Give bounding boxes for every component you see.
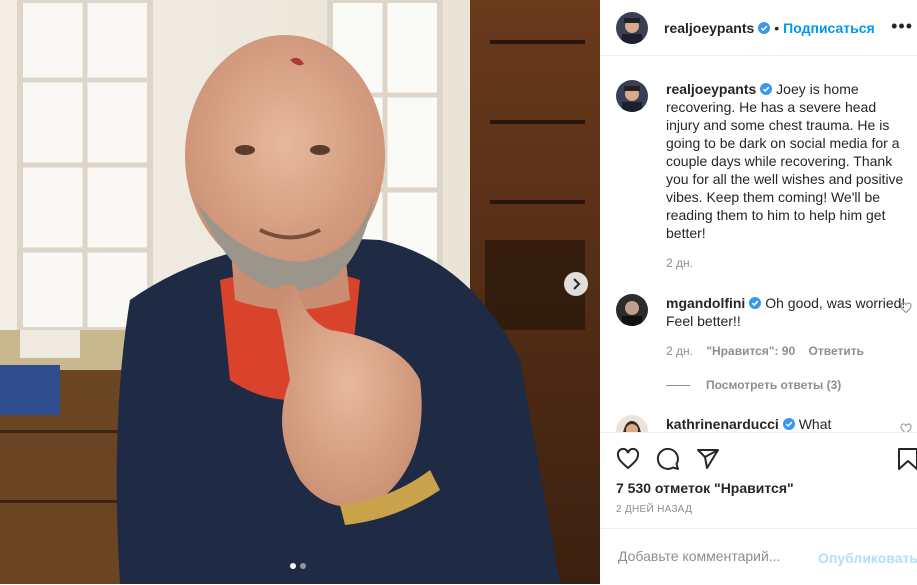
verified-badge-icon [760,83,773,95]
avatar-image [616,294,648,326]
comment-time[interactable]: 2 дн. [666,344,693,358]
caption-text-block: realjoeypants Joey is home recovering. H… [666,80,906,242]
likes-count[interactable]: 7 530 отметок "Нравится" [616,480,794,496]
comment-likes[interactable]: "Нравится": 90 [706,344,795,358]
publish-comment-button[interactable]: Опубликовать [818,550,917,566]
replies-line [666,385,690,387]
comment-body: What [798,416,832,432]
comments-list[interactable]: realjoeypants Joey is home recovering. H… [600,56,917,432]
photo-image [0,0,600,584]
next-photo-button[interactable] [564,272,588,296]
avatar-image [616,11,648,44]
header-separator: • [774,19,780,36]
avatar-image [616,80,648,112]
verified-badge-icon [782,418,795,430]
add-comment-input[interactable] [616,547,810,565]
bookmark-icon[interactable] [896,447,917,471]
more-options-icon[interactable]: ••• [891,16,913,37]
follow-button[interactable]: Подписаться [783,20,875,36]
comment-like-heart-icon[interactable] [900,423,912,432]
view-replies-label[interactable]: Посмотреть ответы (3) [706,378,841,392]
view-replies[interactable]: Посмотреть ответы (3) [666,378,841,392]
post-photo[interactable] [0,0,600,584]
post-side-panel: realjoeypants • Подписаться ••• realjoey… [600,0,917,584]
add-comment-bar: Опубликовать [600,528,917,585]
share-icon[interactable] [696,447,720,471]
comment-text-block: kathrinenarducci What [666,415,906,432]
comment-text-block: mgandolfini Oh good, was worried! Feel b… [666,294,906,330]
caption-time[interactable]: 2 дн. [666,256,693,270]
comment-like-heart-icon[interactable] [900,302,912,314]
reply-button[interactable]: Ответить [809,344,864,358]
carousel-indicator [290,563,306,569]
comment-username[interactable]: kathrinenarducci [666,416,779,432]
commenter-avatar[interactable] [616,415,648,432]
commenter-avatar[interactable] [616,294,648,326]
comment-username[interactable]: mgandolfini [666,295,745,311]
author-avatar[interactable] [616,11,648,44]
post-time[interactable]: 2 ДНЕЙ НАЗАД [616,504,692,515]
caption-avatar[interactable] [616,80,648,112]
verified-badge-icon [749,297,762,309]
comment-meta: 2 дн. "Нравится": 90 Ответить [666,344,864,358]
verified-badge-icon [758,21,771,34]
comment-icon[interactable] [656,447,680,471]
caption-username[interactable]: realjoeypants [666,81,756,97]
action-bar [600,432,917,473]
carousel-dot [300,563,306,569]
post-header: realjoeypants • Подписаться ••• [600,0,917,56]
heart-icon[interactable] [616,447,640,471]
author-username[interactable]: realjoeypants [664,20,754,36]
avatar-image [616,415,648,432]
carousel-dot-active [290,563,296,569]
caption-body: Joey is home recovering. He has a severe… [666,81,904,241]
chevron-right-icon [573,278,581,290]
